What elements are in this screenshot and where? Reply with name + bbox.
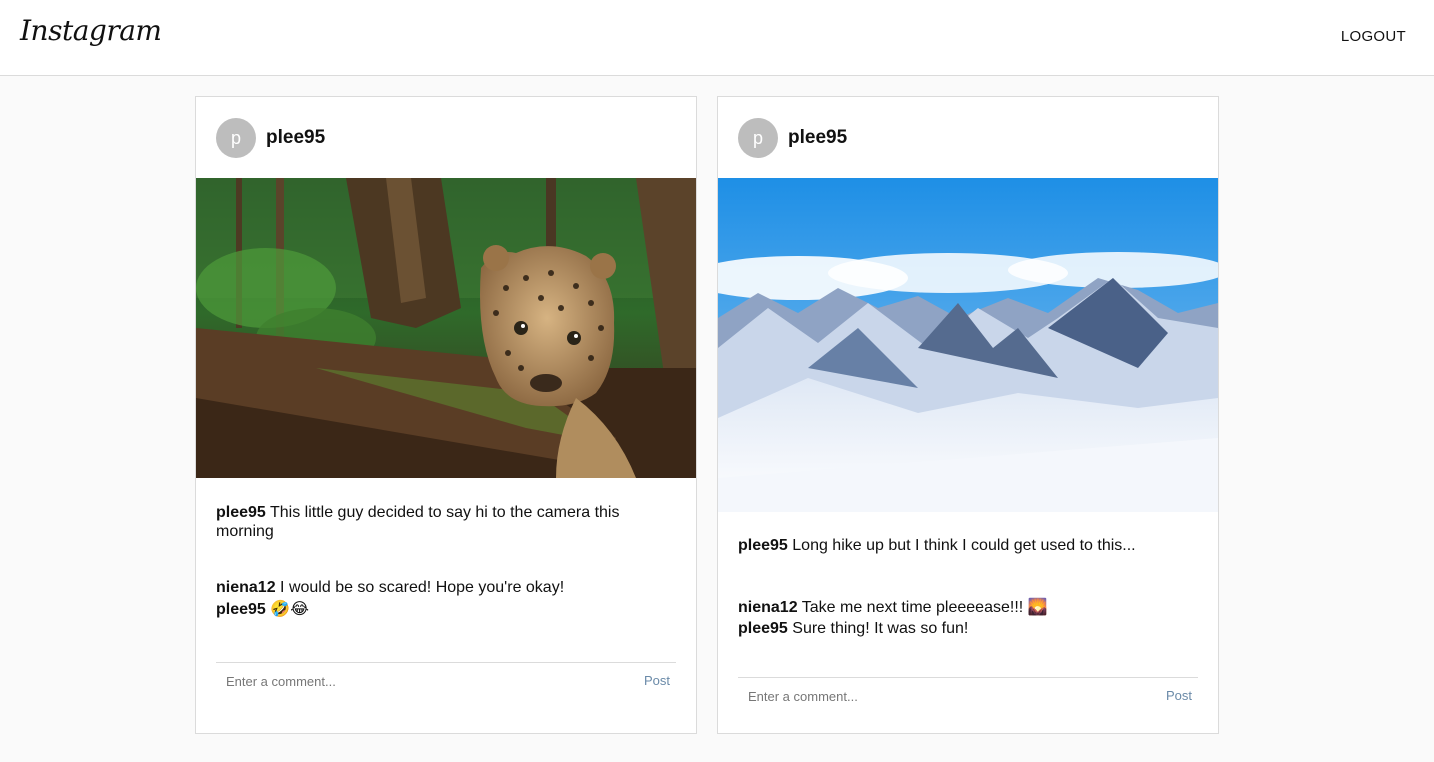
comment-form: Post: [738, 677, 1198, 717]
top-navbar: Instagram LOGOUT: [0, 0, 1434, 76]
comment-text: Take me next time pleeeease!!! 🌄: [801, 599, 1048, 616]
post-header: p plee95: [718, 97, 1218, 178]
logout-button[interactable]: LOGOUT: [1341, 28, 1406, 45]
comment: plee95 🤣😂: [216, 598, 676, 620]
caption-text: This little guy decided to say hi to the…: [216, 504, 620, 540]
comment-input[interactable]: [216, 663, 616, 699]
post-caption: plee95 Long hike up but I think I could …: [738, 536, 1198, 555]
caption-username[interactable]: plee95: [738, 537, 788, 554]
post-comment-button[interactable]: Post: [644, 673, 670, 688]
comment-text: 🤣😂: [270, 599, 309, 618]
post-card: p plee95: [717, 96, 1219, 734]
post-caption: plee95 This little guy decided to say hi…: [216, 503, 676, 541]
comment-list: niena12 Take me next time pleeeease!!! 🌄…: [738, 597, 1198, 639]
post-image-mountains: [718, 178, 1218, 512]
caption-text: Long hike up but I think I could get use…: [792, 537, 1136, 554]
comment-form: Post: [216, 662, 676, 702]
caption-username[interactable]: plee95: [216, 504, 266, 521]
avatar[interactable]: p: [738, 118, 778, 158]
comment-username[interactable]: niena12: [738, 599, 798, 616]
comment: niena12 Take me next time pleeeease!!! 🌄: [738, 597, 1198, 618]
comment-username[interactable]: niena12: [216, 579, 276, 596]
post-card: p plee95: [195, 96, 697, 734]
comment-text: I would be so scared! Hope you're okay!: [280, 579, 565, 596]
instagram-logo[interactable]: Instagram: [20, 14, 162, 47]
comment-list: niena12 I would be so scared! Hope you'r…: [216, 577, 676, 620]
avatar[interactable]: p: [216, 118, 256, 158]
post-header: p plee95: [196, 97, 696, 178]
comment-username[interactable]: plee95: [216, 601, 266, 618]
post-image-jaguar: [196, 178, 696, 478]
post-comment-button[interactable]: Post: [1166, 688, 1192, 703]
comment: niena12 I would be so scared! Hope you'r…: [216, 577, 676, 598]
comment-username[interactable]: plee95: [738, 620, 788, 637]
comment: plee95 Sure thing! It was so fun!: [738, 618, 1198, 639]
post-username[interactable]: plee95: [788, 127, 847, 149]
post-username[interactable]: plee95: [266, 127, 325, 149]
comment-text: Sure thing! It was so fun!: [792, 620, 969, 637]
comment-input[interactable]: [738, 678, 1138, 714]
